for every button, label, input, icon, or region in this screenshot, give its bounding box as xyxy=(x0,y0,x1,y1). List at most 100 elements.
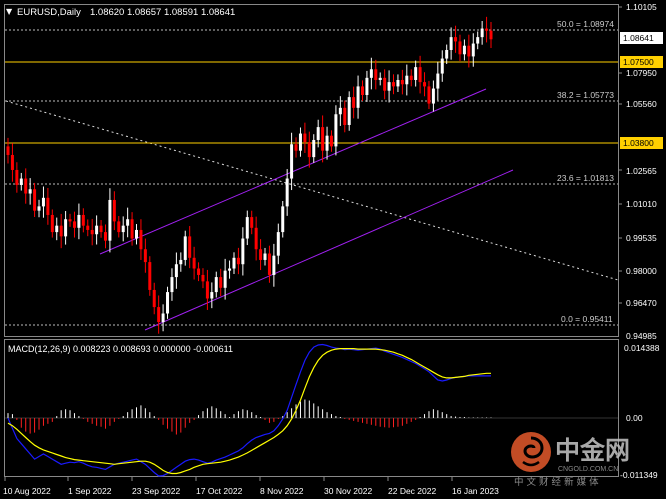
price-tick: 1.01010 xyxy=(626,199,657,209)
candle-bullish xyxy=(95,225,99,235)
chart-ohlc: 1.08620 1.08657 1.08591 1.08641 xyxy=(90,7,235,18)
candle-bullish xyxy=(290,144,294,179)
candle-bearish xyxy=(24,178,28,194)
candle-bearish xyxy=(197,268,201,275)
candle-bearish xyxy=(201,274,205,282)
candle-bullish xyxy=(462,45,466,55)
candle-bullish xyxy=(405,75,409,85)
candle-bearish xyxy=(267,253,271,275)
dropdown-triangle-icon[interactable]: ▼ xyxy=(6,7,13,16)
candle-bullish xyxy=(108,199,112,241)
candle-bullish xyxy=(347,97,351,125)
candle-bearish xyxy=(427,86,431,104)
macd-tick: -0.011349 xyxy=(620,470,658,480)
price-tick: 1.10105 xyxy=(626,2,657,12)
candle-bearish xyxy=(112,199,116,222)
candle-bearish xyxy=(454,37,458,42)
candle-bullish xyxy=(312,139,316,158)
candle-bullish xyxy=(338,107,342,115)
candle-bullish xyxy=(126,219,130,226)
candle-bullish xyxy=(272,255,276,275)
macd-tick: 0.014388 xyxy=(624,343,660,353)
candle-bearish xyxy=(117,221,121,233)
candle-bearish xyxy=(59,225,63,237)
candle-bullish xyxy=(334,114,338,147)
candle-bearish xyxy=(192,257,196,269)
candle-bearish xyxy=(81,214,85,226)
cngold-brand: 中金网 xyxy=(555,436,630,465)
candle-bearish xyxy=(6,146,10,155)
candle-bearish xyxy=(139,229,143,250)
time-tick: 22 Dec 2022 xyxy=(388,486,436,496)
candle-bullish xyxy=(325,135,329,151)
time-tick: 1 Sep 2022 xyxy=(68,486,112,496)
candle-bullish xyxy=(476,37,480,44)
price-tick: 0.96470 xyxy=(626,298,657,308)
candle-bullish xyxy=(28,189,32,194)
candle-bullish xyxy=(223,270,227,288)
candle-bearish xyxy=(46,197,50,215)
candle-bearish xyxy=(50,214,54,233)
candle-bearish xyxy=(374,69,378,80)
candle-bearish xyxy=(303,133,307,143)
candle-bearish xyxy=(352,97,356,108)
candle-bullish xyxy=(316,127,320,140)
candle-bearish xyxy=(321,127,325,151)
candle-bullish xyxy=(356,86,360,108)
candle-bearish xyxy=(259,249,263,260)
macd-indicator-label[interactable]: MACD(12,26,9) 0.008223 0.008693 0.000000… xyxy=(8,344,233,354)
cngold-url: CNGOLD.COM.CN xyxy=(558,466,618,473)
time-tick: 8 Nov 2022 xyxy=(260,486,304,496)
time-tick: 30 Nov 2022 xyxy=(324,486,372,496)
candle-bullish xyxy=(387,82,391,91)
fib-label-23-6: 23.6 = 1.01813 xyxy=(557,173,614,183)
chart-window[interactable]: ▼ EURUSD,Daily 1.08620 1.08657 1.08591 1… xyxy=(0,0,666,499)
candle-bullish xyxy=(396,79,400,87)
candle-bearish xyxy=(86,225,90,230)
candle-bearish xyxy=(458,41,462,55)
candle-bullish xyxy=(369,69,373,78)
candle-bullish xyxy=(166,292,170,314)
candle-bearish xyxy=(103,232,107,241)
candle-bearish xyxy=(99,225,103,233)
chart-symbol: EURUSD,Daily xyxy=(17,7,81,18)
candle-bearish xyxy=(489,30,493,40)
candle-bearish xyxy=(72,221,76,228)
candle-bearish xyxy=(219,277,223,288)
candle-bullish xyxy=(298,133,302,151)
cngold-slogan: 中 文 财 经 新 媒 体 xyxy=(514,476,599,488)
fib-label-38-2: 38.2 = 1.05773 xyxy=(557,90,614,100)
level-label-1-07500: 1.07500 xyxy=(623,57,654,67)
candle-bullish xyxy=(436,73,440,89)
candle-bullish xyxy=(378,77,382,80)
candle-bullish xyxy=(19,178,23,185)
candle-bullish xyxy=(232,257,236,269)
price-tick: 1.05560 xyxy=(626,99,657,109)
candle-bullish xyxy=(55,225,59,233)
candle-bullish xyxy=(365,77,369,95)
candle-bearish xyxy=(152,289,156,308)
candle-bullish xyxy=(37,206,41,211)
candle-bearish xyxy=(423,82,427,87)
candle-bullish xyxy=(245,217,249,239)
price-tick: 0.98000 xyxy=(626,266,657,276)
candle-bearish xyxy=(467,45,471,57)
candle-bearish xyxy=(33,189,37,211)
candle-bearish xyxy=(307,142,311,158)
candle-bearish xyxy=(236,257,240,265)
candle-bearish xyxy=(68,219,72,222)
candle-bearish xyxy=(485,28,489,31)
candle-bullish xyxy=(471,43,475,57)
candle-bullish xyxy=(241,238,245,265)
candle-bearish xyxy=(409,75,413,80)
candle-bearish xyxy=(143,249,147,263)
candle-bullish xyxy=(414,67,418,80)
candle-bearish xyxy=(205,281,209,299)
candle-bullish xyxy=(263,253,267,260)
candle-bullish xyxy=(174,264,178,278)
candle-bearish xyxy=(157,307,161,323)
macd-tick: 0.00 xyxy=(626,413,643,423)
time-tick: 10 Aug 2022 xyxy=(3,486,51,496)
candle-bearish xyxy=(392,82,396,87)
candle-bearish xyxy=(418,67,422,83)
